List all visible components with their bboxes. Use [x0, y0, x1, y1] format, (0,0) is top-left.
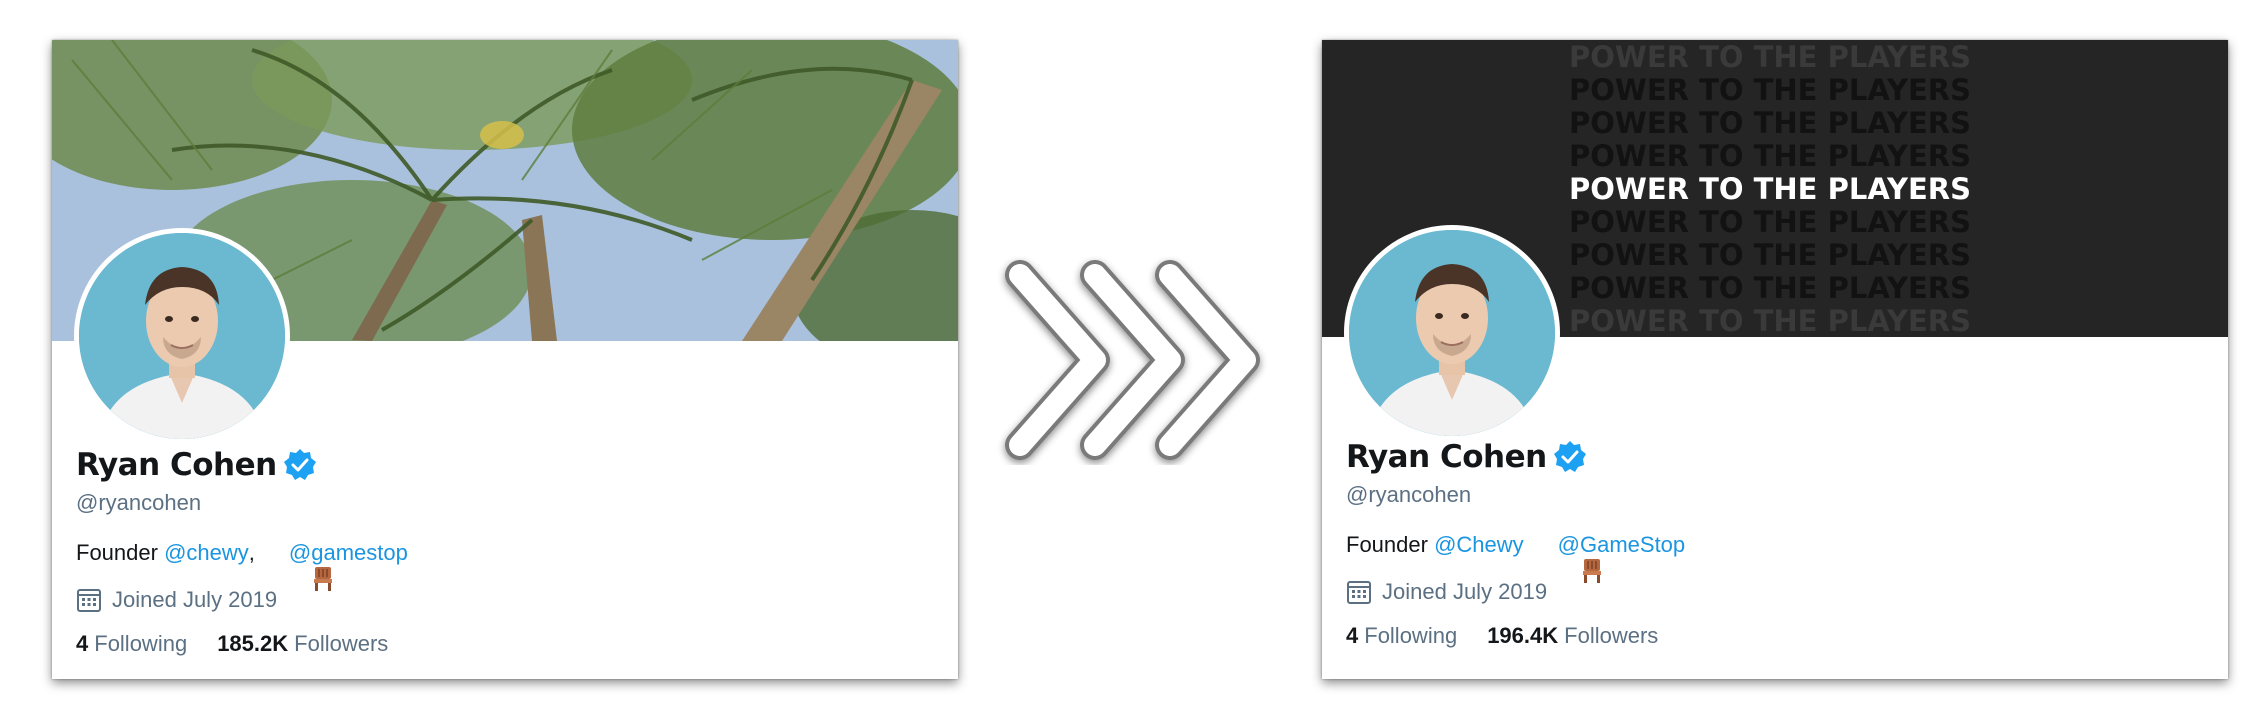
followers-link[interactable]: 196.4K Followers: [1487, 623, 1658, 649]
follow-stats: 4 Following 196.4K Followers: [1346, 623, 1688, 649]
bio-link-chewy[interactable]: @chewy: [164, 540, 249, 566]
chair-emoji-icon: [263, 540, 332, 591]
profile-card-after: POWER TO THE PLAYERS POWER TO THE PLAYER…: [1322, 40, 2228, 679]
bio-link-chewy[interactable]: @Chewy: [1434, 532, 1524, 558]
verified-badge-icon: [283, 448, 317, 482]
banner-text-line: POWER TO THE PLAYERS: [1569, 106, 1971, 140]
banner-text-highlight: POWER TO THE PLAYERS: [1569, 172, 1971, 206]
bio-link-gamestop[interactable]: @gamestop: [289, 540, 408, 566]
join-date: Joined July 2019: [1346, 575, 1688, 609]
followers-link[interactable]: 185.2K Followers: [217, 631, 388, 657]
bio: Founder @chewy , @gamestop: [76, 536, 418, 591]
bio-separator: ,: [248, 540, 255, 565]
name-row: Ryan Cohen: [76, 442, 418, 488]
banner-text-line: POWER TO THE PLAYERS: [1569, 139, 1971, 173]
bio-link-gamestop[interactable]: @GameStop: [1558, 532, 1686, 558]
followers-label: Followers: [294, 631, 389, 656]
join-date-text: Joined July 2019: [1382, 579, 1548, 604]
banner-text-line: POWER TO THE PLAYERS: [1569, 205, 1971, 239]
bio-text: Founder: [1346, 532, 1435, 557]
following-count: 4: [76, 631, 89, 656]
followers-label: Followers: [1564, 623, 1659, 648]
following-link[interactable]: 4 Following: [76, 631, 187, 657]
banner-text-line: POWER TO THE PLAYERS: [1569, 271, 1971, 305]
follow-stats: 4 Following 185.2K Followers: [76, 631, 418, 657]
banner-text-line: POWER TO THE PLAYERS: [1569, 40, 1971, 74]
calendar-icon: [76, 587, 102, 613]
verified-badge-icon: [1553, 440, 1587, 474]
bio-text: Founder: [76, 540, 165, 565]
banner-text-line: POWER TO THE PLAYERS: [1569, 73, 1971, 107]
following-label: Following: [94, 631, 188, 656]
bio: Founder @Chewy @GameStop: [1346, 528, 1688, 583]
followers-count: 196.4K: [1487, 623, 1559, 648]
profile-card-before: Ryan Cohen @ryancohen Founder @chewy , @…: [52, 40, 958, 679]
join-date-text: Joined July 2019: [112, 587, 278, 612]
profile-info: Ryan Cohen @ryancohen Founder @chewy , @…: [76, 442, 418, 657]
join-date: Joined July 2019: [76, 583, 418, 617]
following-label: Following: [1364, 623, 1458, 648]
profile-avatar[interactable]: [1344, 225, 1560, 441]
banner-text-line: POWER TO THE PLAYERS: [1569, 304, 1971, 337]
username-handle: @ryancohen: [1346, 482, 1472, 507]
calendar-icon: [1346, 579, 1372, 605]
name-row: Ryan Cohen: [1346, 434, 1688, 480]
username-handle: @ryancohen: [76, 490, 202, 515]
followers-count: 185.2K: [217, 631, 289, 656]
display-name: Ryan Cohen: [76, 447, 277, 483]
banner-text-line: POWER TO THE PLAYERS: [1569, 238, 1971, 272]
following-count: 4: [1346, 623, 1359, 648]
chevron-arrow-icon: [990, 255, 1300, 470]
chair-emoji-icon: [1532, 532, 1601, 583]
profile-info: Ryan Cohen @ryancohen Founder @Chewy @Ga…: [1346, 434, 1688, 649]
following-link[interactable]: 4 Following: [1346, 623, 1457, 649]
profile-avatar[interactable]: [74, 228, 290, 444]
display-name: Ryan Cohen: [1346, 439, 1547, 475]
